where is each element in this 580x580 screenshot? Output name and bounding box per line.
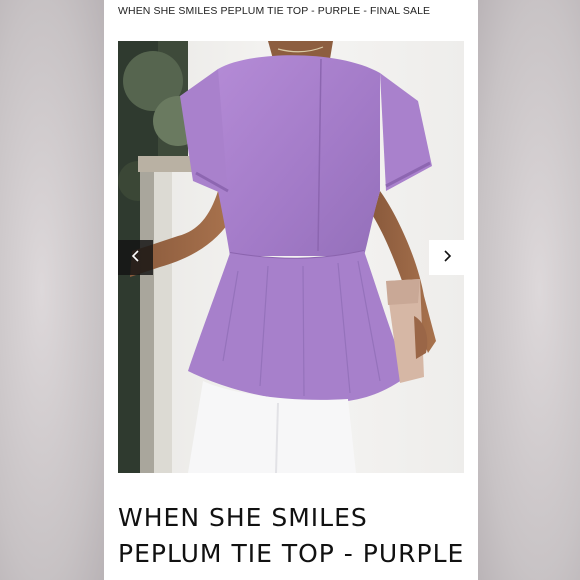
product-title: WHEN SHE SMILES PEPLUM TIE TOP - PURPLE — [118, 500, 468, 572]
chevron-right-icon — [441, 249, 453, 267]
product-page: WHEN SHE SMILES PEPLUM TIE TOP - PURPLE … — [104, 0, 478, 580]
background-left — [0, 0, 104, 580]
product-image[interactable] — [118, 41, 464, 473]
product-photo-illustration — [118, 41, 464, 473]
product-title-line-2: PEPLUM TIE TOP - PURPLE — [118, 539, 465, 568]
chevron-left-icon — [130, 249, 142, 267]
product-title-line-1: WHEN SHE SMILES — [118, 503, 368, 532]
background-right — [478, 0, 580, 580]
gallery-prev-button[interactable] — [118, 240, 153, 275]
gallery-next-button[interactable] — [429, 240, 464, 275]
breadcrumb[interactable]: WHEN SHE SMILES PEPLUM TIE TOP - PURPLE … — [118, 5, 430, 17]
